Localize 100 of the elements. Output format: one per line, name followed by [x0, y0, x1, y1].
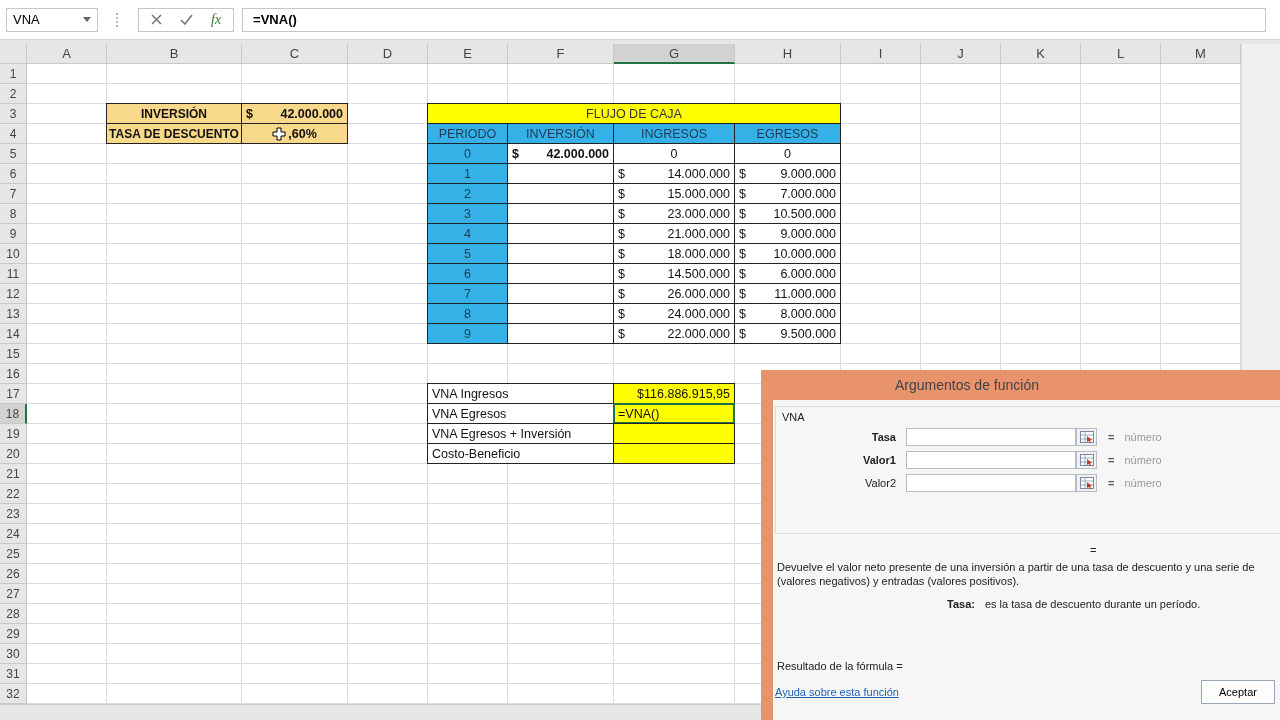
- row-header[interactable]: 5: [0, 144, 27, 164]
- currency-symbol: $: [739, 286, 746, 301]
- function-description: Devuelve el valor neto presente de una inversión a partir de una tasa de descuento y una serie de: [777, 560, 1255, 574]
- column-header[interactable]: I: [841, 44, 921, 64]
- currency-symbol: $: [618, 206, 625, 221]
- currency-symbol: $: [739, 206, 746, 221]
- row-header[interactable]: 1: [0, 64, 27, 84]
- row-header[interactable]: 14: [0, 324, 27, 344]
- column-header[interactable]: K: [1001, 44, 1081, 64]
- row-header[interactable]: 30: [0, 644, 27, 664]
- formula-result-label: Resultado de la fórmula =: [777, 660, 903, 672]
- highlighted-cell[interactable]: [613, 423, 735, 444]
- row-header[interactable]: 25: [0, 544, 27, 564]
- help-link[interactable]: Ayuda sobre esta función: [775, 686, 899, 698]
- column-header[interactable]: L: [1081, 44, 1161, 64]
- column-header[interactable]: F: [508, 44, 614, 64]
- equals-sign: =: [1108, 476, 1115, 489]
- table-cell: $116.886.915,95: [613, 383, 735, 404]
- row-header[interactable]: 29: [0, 624, 27, 644]
- row-header[interactable]: 6: [0, 164, 27, 184]
- row-header[interactable]: 19: [0, 424, 27, 444]
- row-header[interactable]: 17: [0, 384, 27, 404]
- row-header[interactable]: 22: [0, 484, 27, 504]
- row-header[interactable]: 18: [0, 404, 27, 424]
- row-header[interactable]: 20: [0, 444, 27, 464]
- row-header[interactable]: 15: [0, 344, 27, 364]
- row-header[interactable]: 24: [0, 524, 27, 544]
- row-header[interactable]: 2: [0, 84, 27, 104]
- row-header[interactable]: 13: [0, 304, 27, 324]
- amount: 11.000.000: [774, 286, 836, 301]
- argument-field[interactable]: [906, 427, 1076, 446]
- currency-symbol: $: [618, 186, 625, 201]
- currency-symbol: $: [618, 246, 625, 261]
- currency-symbol: $: [739, 226, 746, 241]
- range-select-button[interactable]: [1076, 450, 1097, 469]
- row-header[interactable]: 32: [0, 684, 27, 704]
- argument-label: Valor2: [864, 476, 897, 489]
- column-header[interactable]: B: [107, 44, 242, 64]
- column-header[interactable]: J: [921, 44, 1001, 64]
- row-header[interactable]: 11: [0, 264, 27, 284]
- table-cell: INVERSIÓN: [106, 103, 242, 124]
- table-cell: =VNA(): [613, 403, 735, 424]
- table-cell: EGRESOS: [734, 123, 841, 144]
- function-name: VNA: [782, 411, 805, 423]
- currency-symbol: $: [618, 166, 625, 181]
- row-header[interactable]: 16: [0, 364, 27, 384]
- table-cell: TASA DE DESCUENTO: [106, 123, 242, 144]
- amount: 14.500.000: [667, 266, 730, 281]
- amount: 23.000.000: [667, 206, 730, 221]
- row-header[interactable]: 31: [0, 664, 27, 684]
- formula-field[interactable]: =VNA(): [242, 7, 1266, 32]
- row-header[interactable]: 23: [0, 504, 27, 524]
- range-select-button[interactable]: [1076, 427, 1097, 446]
- row-header[interactable]: 21: [0, 464, 27, 484]
- argument-help-name: Tasa:: [947, 598, 975, 610]
- amount: 6.000.000: [780, 266, 836, 281]
- row-header[interactable]: 8: [0, 204, 27, 224]
- amount: 9.000.000: [780, 166, 836, 181]
- range-select-icon: [1079, 430, 1094, 443]
- column-header[interactable]: A: [27, 44, 107, 64]
- dialog-title: Argumentos de función: [894, 376, 1040, 395]
- currency-symbol: $: [739, 326, 746, 341]
- row-header[interactable]: 27: [0, 584, 27, 604]
- column-header[interactable]: E: [428, 44, 508, 64]
- ok-button[interactable]: Aceptar: [1201, 680, 1275, 704]
- row-header[interactable]: 10: [0, 244, 27, 264]
- range-select-button[interactable]: [1076, 473, 1097, 492]
- cancel-icon[interactable]: [151, 14, 162, 25]
- currency-symbol: $: [246, 106, 253, 121]
- amount: 9.500.000: [780, 326, 836, 341]
- argument-field[interactable]: [906, 473, 1076, 492]
- column-header[interactable]: D: [348, 44, 428, 64]
- argument-hint: número: [1124, 430, 1162, 443]
- row-header[interactable]: 4: [0, 124, 27, 144]
- column-header[interactable]: H: [735, 44, 841, 64]
- equals-sign: =: [1108, 453, 1115, 466]
- currency-symbol: $: [739, 246, 746, 261]
- column-header[interactable]: G: [614, 44, 735, 64]
- amount: 42.000.000: [546, 146, 609, 161]
- currency-symbol: $: [618, 306, 625, 321]
- cross-cursor-icon: [272, 126, 287, 141]
- row-header[interactable]: 9: [0, 224, 27, 244]
- name-box[interactable]: VNA: [6, 7, 98, 32]
- table-cell: 9: [427, 323, 508, 344]
- highlighted-cell[interactable]: [613, 443, 735, 464]
- currency-symbol: $: [739, 266, 746, 281]
- amount: 7.000.000: [780, 186, 836, 201]
- insert-function-button[interactable]: fx: [211, 11, 222, 28]
- amount: 26.000.000: [667, 286, 730, 301]
- row-header[interactable]: 28: [0, 604, 27, 624]
- range-select-icon: [1079, 476, 1094, 489]
- column-header[interactable]: C: [242, 44, 348, 64]
- row-header[interactable]: 7: [0, 184, 27, 204]
- column-header[interactable]: M: [1161, 44, 1241, 64]
- row-header[interactable]: 26: [0, 564, 27, 584]
- amount: 21.000.000: [667, 226, 730, 241]
- row-header[interactable]: 3: [0, 104, 27, 124]
- row-header[interactable]: 12: [0, 284, 27, 304]
- argument-field[interactable]: [906, 450, 1076, 469]
- check-icon[interactable]: [180, 14, 193, 25]
